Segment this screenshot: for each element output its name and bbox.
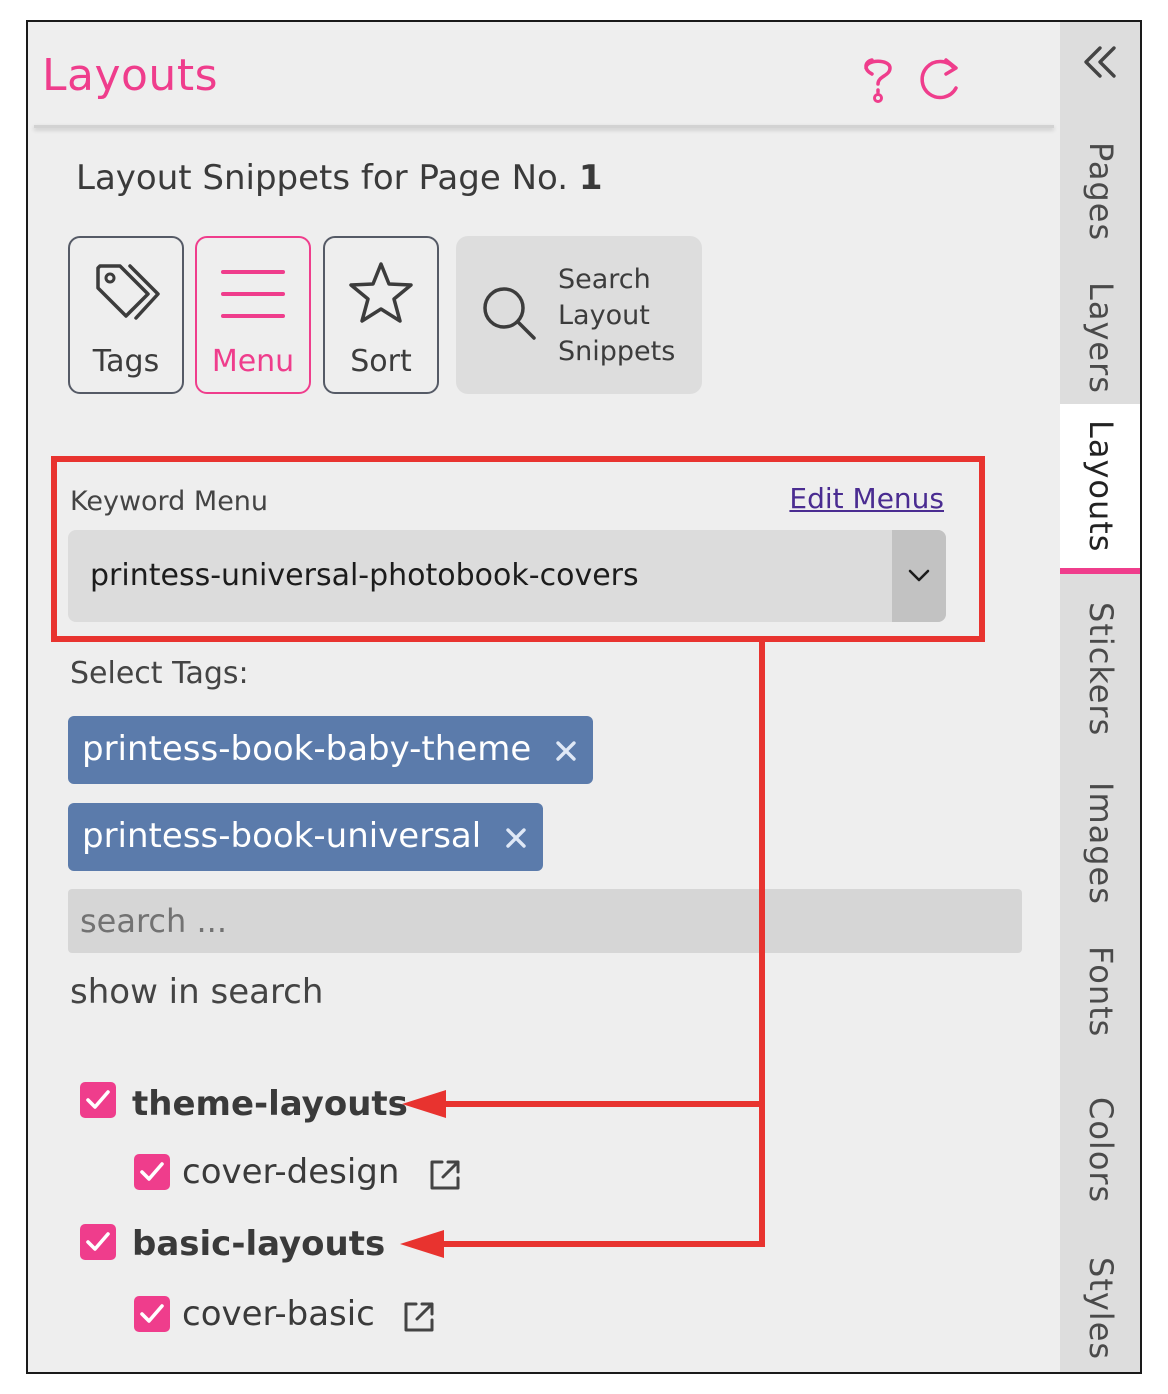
- external-link-icon[interactable]: [428, 1158, 462, 1192]
- menu-button-label: Menu: [211, 344, 295, 379]
- tab-layouts[interactable]: Layouts: [1060, 404, 1140, 574]
- header-divider: [34, 125, 1054, 128]
- tab-images[interactable]: Images: [1060, 770, 1140, 916]
- external-link-icon[interactable]: [402, 1300, 436, 1334]
- tags-button-label: Tags: [92, 344, 160, 379]
- tab-layouts-label: Layouts: [1082, 419, 1120, 553]
- show-in-search-link[interactable]: show in search: [70, 972, 323, 1012]
- tag-label: printess-book-universal: [82, 816, 482, 856]
- tree-checkbox[interactable]: [80, 1082, 116, 1118]
- selected-tag: printess-book-universal: [68, 803, 544, 871]
- panel-header: Layouts: [28, 22, 1058, 126]
- tab-pages-label: Pages: [1082, 142, 1120, 242]
- remove-tag-icon[interactable]: [505, 827, 527, 849]
- tab-styles[interactable]: Styles: [1060, 1244, 1140, 1372]
- tree-item-label[interactable]: cover-design: [182, 1152, 399, 1192]
- edit-menus-link[interactable]: Edit Menus: [789, 482, 944, 515]
- arrow-head: [402, 1090, 446, 1118]
- page-heading: Layout Snippets for Page No. 1: [76, 158, 603, 198]
- tree-item-label[interactable]: basic-layouts: [132, 1224, 385, 1264]
- page-heading-label: Layout Snippets for Page No.: [76, 158, 569, 198]
- search-layout-snippets-button[interactable]: Search Layout Snippets: [456, 236, 702, 394]
- tag-label: printess-book-baby-theme: [82, 729, 532, 769]
- tree-checkbox[interactable]: [134, 1154, 170, 1190]
- selected-tag: printess-book-baby-theme: [68, 716, 594, 784]
- dropdown-toggle[interactable]: [892, 530, 946, 622]
- tab-fonts-label: Fonts: [1082, 946, 1120, 1038]
- tab-fonts[interactable]: Fonts: [1060, 932, 1140, 1052]
- menu-icon: [221, 270, 285, 318]
- keyword-menu-value: printess-universal-photobook-covers: [90, 558, 639, 593]
- tree-checkbox[interactable]: [80, 1224, 116, 1260]
- search-icon: [483, 287, 536, 340]
- tree-item-label[interactable]: cover-basic: [182, 1294, 375, 1334]
- tab-styles-label: Styles: [1082, 1257, 1120, 1361]
- panel-title: Layouts: [42, 50, 218, 101]
- tag-search-input[interactable]: [68, 889, 1022, 953]
- menu-button[interactable]: Menu: [195, 236, 311, 394]
- search-button-label: Search Layout Snippets: [558, 262, 675, 370]
- select-tags-label: Select Tags:: [70, 656, 249, 691]
- tab-layers-label: Layers: [1082, 282, 1120, 394]
- tree-checkbox[interactable]: [134, 1296, 170, 1332]
- star-icon: [349, 262, 413, 323]
- checkmark-icon: [86, 1232, 110, 1251]
- tab-layers[interactable]: Layers: [1060, 272, 1140, 404]
- page-number: 1: [578, 158, 603, 198]
- keyword-menu-label: Keyword Menu: [70, 486, 269, 517]
- checkmark-icon: [86, 1090, 110, 1109]
- tab-colors-label: Colors: [1082, 1096, 1120, 1204]
- keyword-menu-select[interactable]: printess-universal-photobook-covers: [68, 530, 946, 622]
- collapse-icon[interactable]: [1080, 44, 1120, 80]
- search-label-line-3: Snippets: [558, 336, 676, 367]
- checkmark-icon: [140, 1304, 164, 1323]
- search-label-line-2: Layout: [558, 300, 650, 331]
- tab-pages[interactable]: Pages: [1060, 122, 1140, 262]
- tag-icon: [96, 264, 160, 320]
- tab-stickers-label: Stickers: [1082, 601, 1120, 737]
- tab-stickers[interactable]: Stickers: [1060, 594, 1140, 744]
- tab-images-label: Images: [1082, 781, 1120, 905]
- arrow-head: [400, 1230, 444, 1258]
- question-icon[interactable]: [858, 54, 906, 104]
- search-label-line-1: Search: [558, 264, 651, 295]
- remove-tag-icon[interactable]: [555, 740, 577, 762]
- layouts-panel: Layouts Layout Snippets for Page No. 1 T…: [26, 20, 1142, 1374]
- side-tab-bar: Pages Layers Layouts Stickers Images Fon…: [1060, 22, 1140, 1372]
- chevron-down-icon: [908, 569, 930, 582]
- refresh-icon[interactable]: [916, 54, 964, 104]
- tags-button[interactable]: Tags: [68, 236, 184, 394]
- tree-item-label[interactable]: theme-layouts: [132, 1084, 408, 1124]
- checkmark-icon: [140, 1162, 164, 1181]
- sort-button-label: Sort: [350, 344, 412, 379]
- tab-colors[interactable]: Colors: [1060, 1082, 1140, 1218]
- sort-button[interactable]: Sort: [323, 236, 439, 394]
